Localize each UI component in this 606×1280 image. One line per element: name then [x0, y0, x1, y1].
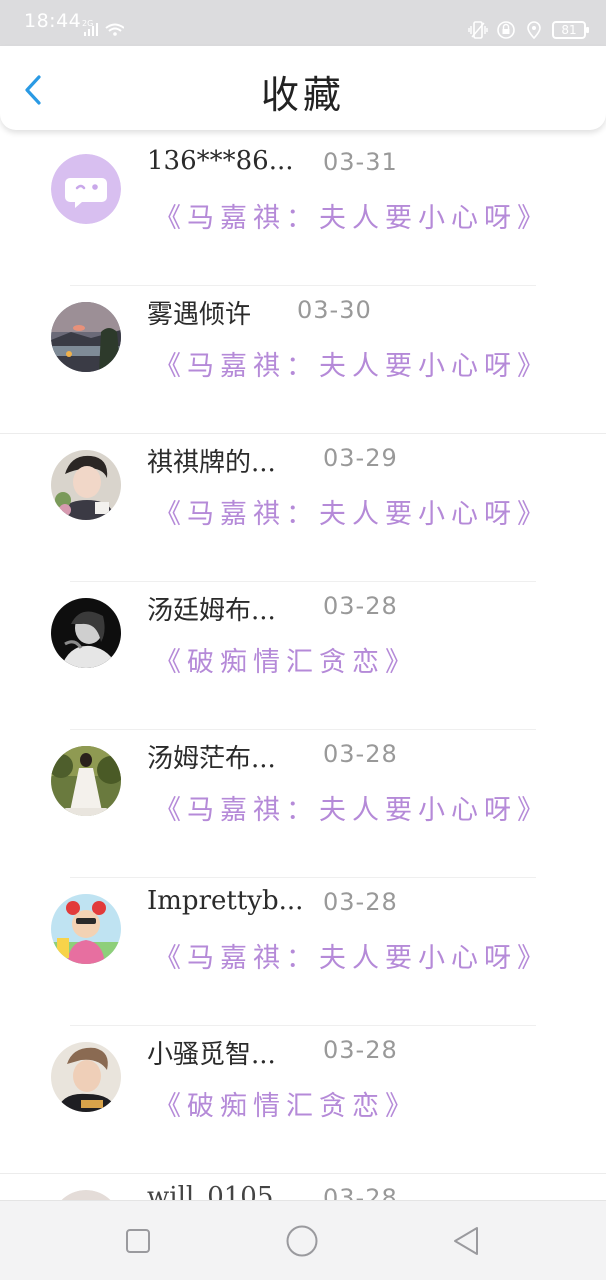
favorite-date: 03-28: [323, 740, 398, 768]
book-title-link[interactable]: 《马嘉祺：夫人要小心呀》: [154, 936, 550, 975]
favorites-list[interactable]: 136***86... 03-31 《马嘉祺：夫人要小心呀》 雾遇倾许 03-3…: [0, 138, 606, 1200]
favorite-item[interactable]: 136***86... 03-31 《马嘉祺：夫人要小心呀》: [0, 138, 606, 286]
signal-icon: 2G: [82, 19, 124, 36]
user-name: Imprettyb...: [147, 886, 304, 916]
favorite-date: 03-28: [323, 1184, 398, 1200]
recent-apps-button[interactable]: [120, 1223, 156, 1259]
favorite-date: 03-31: [323, 148, 398, 176]
status-icons: 81: [468, 18, 589, 42]
triangle-back-icon: [454, 1227, 478, 1255]
user-name: will_0105: [147, 1182, 274, 1200]
favorite-item[interactable]: 汤廷姆布... 03-28 《破痴情汇贪恋》: [0, 582, 606, 730]
user-name: 祺祺牌的...: [147, 448, 276, 478]
location-icon: [527, 21, 541, 40]
status-time: 18:44: [24, 10, 82, 32]
book-title-link[interactable]: 《破痴情汇贪恋》: [154, 1084, 418, 1123]
book-title-link[interactable]: 《破痴情汇贪恋》: [154, 640, 418, 679]
cartoon-avatar: [51, 894, 121, 964]
favorite-item[interactable]: 祺祺牌的... 03-29 《马嘉祺：夫人要小心呀》: [0, 434, 606, 582]
favorite-item[interactable]: 汤姆茫布... 03-28 《马嘉祺：夫人要小心呀》: [0, 730, 606, 878]
favorite-date: 03-30: [297, 296, 372, 324]
system-nav-bar: [0, 1200, 606, 1280]
bw-photo-avatar: [51, 598, 121, 668]
user-name: 小骚觅智...: [147, 1040, 276, 1070]
favorite-item[interactable]: will_0105 03-28: [0, 1174, 606, 1200]
favorite-item[interactable]: 雾遇倾许 03-30 《马嘉祺：夫人要小心呀》: [0, 286, 606, 434]
book-title-link[interactable]: 《马嘉祺：夫人要小心呀》: [154, 344, 550, 383]
page-title: 收藏: [260, 73, 345, 117]
book-title-link[interactable]: 《马嘉祺：夫人要小心呀》: [154, 788, 550, 827]
sunset-photo-avatar: [51, 302, 121, 372]
book-title-link[interactable]: 《马嘉祺：夫人要小心呀》: [154, 492, 550, 531]
default-chat-avatar: [51, 154, 121, 224]
favorite-date: 03-28: [323, 592, 398, 620]
book-title-link[interactable]: 《马嘉祺：夫人要小心呀》: [154, 196, 550, 235]
user-name: 汤姆茫布...: [147, 744, 276, 774]
status-bar: 18:44 2G 81: [0, 0, 606, 46]
network-type-label: 2G: [82, 19, 93, 28]
user-name: 136***86...: [147, 146, 294, 176]
favorite-date: 03-28: [323, 888, 398, 916]
square-icon: [126, 1229, 150, 1253]
favorite-date: 03-29: [323, 444, 398, 472]
battery-indicator: 81: [552, 21, 589, 39]
portrait-photo-avatar: [51, 450, 121, 520]
partial-avatar: [61, 1190, 111, 1200]
dress-photo-avatar: [51, 746, 121, 816]
lock-icon: [497, 21, 515, 39]
header-bar: 收藏: [0, 46, 606, 130]
selfie-photo-avatar: [51, 1042, 121, 1112]
vibrate-icon: [468, 21, 488, 39]
favorite-item[interactable]: Imprettyb... 03-28 《马嘉祺：夫人要小心呀》: [0, 878, 606, 1026]
favorite-item[interactable]: 小骚觅智... 03-28 《破痴情汇贪恋》: [0, 1026, 606, 1174]
user-name: 雾遇倾许: [147, 300, 252, 330]
nav-back-button[interactable]: [448, 1223, 484, 1259]
circle-icon: [286, 1225, 318, 1257]
user-name: 汤廷姆布...: [147, 596, 276, 626]
favorite-date: 03-28: [323, 1036, 398, 1064]
home-button[interactable]: [284, 1223, 320, 1259]
